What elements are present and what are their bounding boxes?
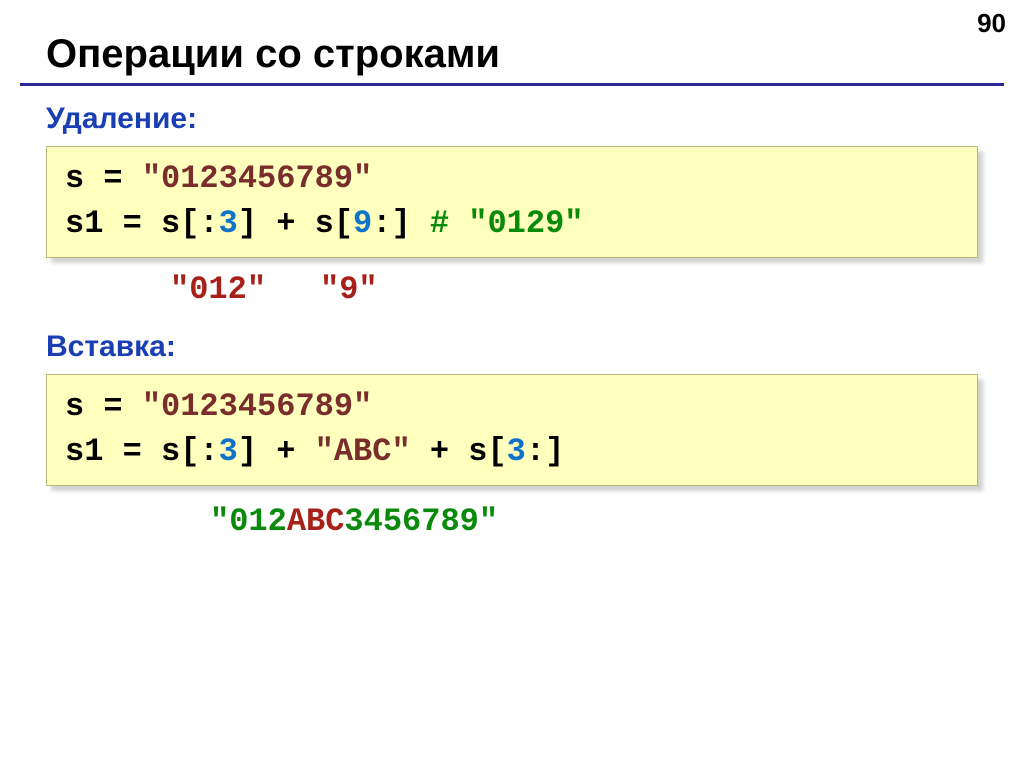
code-box-insert: s = "0123456789" s1 = s[:3] + "ABC" + s[… bbox=[46, 374, 978, 486]
annotation-insert: "012ABC3456789" bbox=[0, 500, 1024, 545]
code-token: + s[ bbox=[411, 433, 507, 470]
section-label-insert: Вставка: bbox=[0, 322, 1024, 370]
code-string-literal: "0123456789" bbox=[142, 388, 372, 425]
code-string-literal: "ABC" bbox=[315, 433, 411, 470]
section-label-delete: Удаление: bbox=[0, 94, 1024, 142]
code-line-1: s = "0123456789" bbox=[65, 157, 959, 202]
code-token: = bbox=[103, 205, 161, 242]
annotation-quote: " bbox=[210, 503, 229, 540]
page-title: Операции со строками bbox=[0, 0, 1024, 79]
code-line-2: s1 = s[:3] + s[9:] # "0129" bbox=[65, 202, 959, 247]
annotation-delete: "012" "9" bbox=[0, 268, 1024, 313]
code-box-delete: s = "0123456789" s1 = s[:3] + s[9:] # "0… bbox=[46, 146, 978, 258]
code-token: s bbox=[65, 388, 84, 425]
code-token: = bbox=[84, 388, 142, 425]
slide: 90 Операции со строками Удаление: s = "0… bbox=[0, 0, 1024, 767]
annotation-quote: " bbox=[479, 503, 498, 540]
code-token: s1 bbox=[65, 433, 103, 470]
annotation-part: 012 bbox=[229, 503, 287, 540]
code-number: 9 bbox=[353, 205, 372, 242]
annotation-part: "012" bbox=[170, 271, 266, 308]
code-number: 3 bbox=[219, 433, 238, 470]
code-line-3: s = "0123456789" bbox=[65, 385, 959, 430]
code-token: s[: bbox=[161, 433, 219, 470]
code-space bbox=[411, 205, 430, 242]
page-number: 90 bbox=[977, 8, 1006, 39]
code-token: :] bbox=[372, 205, 410, 242]
code-token: s1 bbox=[65, 205, 103, 242]
annotation-part: "9" bbox=[320, 271, 378, 308]
code-comment: # "0129" bbox=[430, 205, 584, 242]
code-token: ] + bbox=[238, 433, 315, 470]
code-token: = bbox=[84, 160, 142, 197]
code-token: s bbox=[65, 160, 84, 197]
code-number: 3 bbox=[507, 433, 526, 470]
annotation-part: 3456789 bbox=[344, 503, 478, 540]
code-string-literal: "0123456789" bbox=[142, 160, 372, 197]
code-token: s[: bbox=[161, 205, 219, 242]
annotation-part-inserted: ABC bbox=[287, 503, 345, 540]
code-token: ] + s[ bbox=[238, 205, 353, 242]
code-number: 3 bbox=[219, 205, 238, 242]
code-token: = bbox=[103, 433, 161, 470]
code-token: :] bbox=[526, 433, 564, 470]
code-line-4: s1 = s[:3] + "ABC" + s[3:] bbox=[65, 430, 959, 475]
title-underline bbox=[20, 83, 1004, 86]
